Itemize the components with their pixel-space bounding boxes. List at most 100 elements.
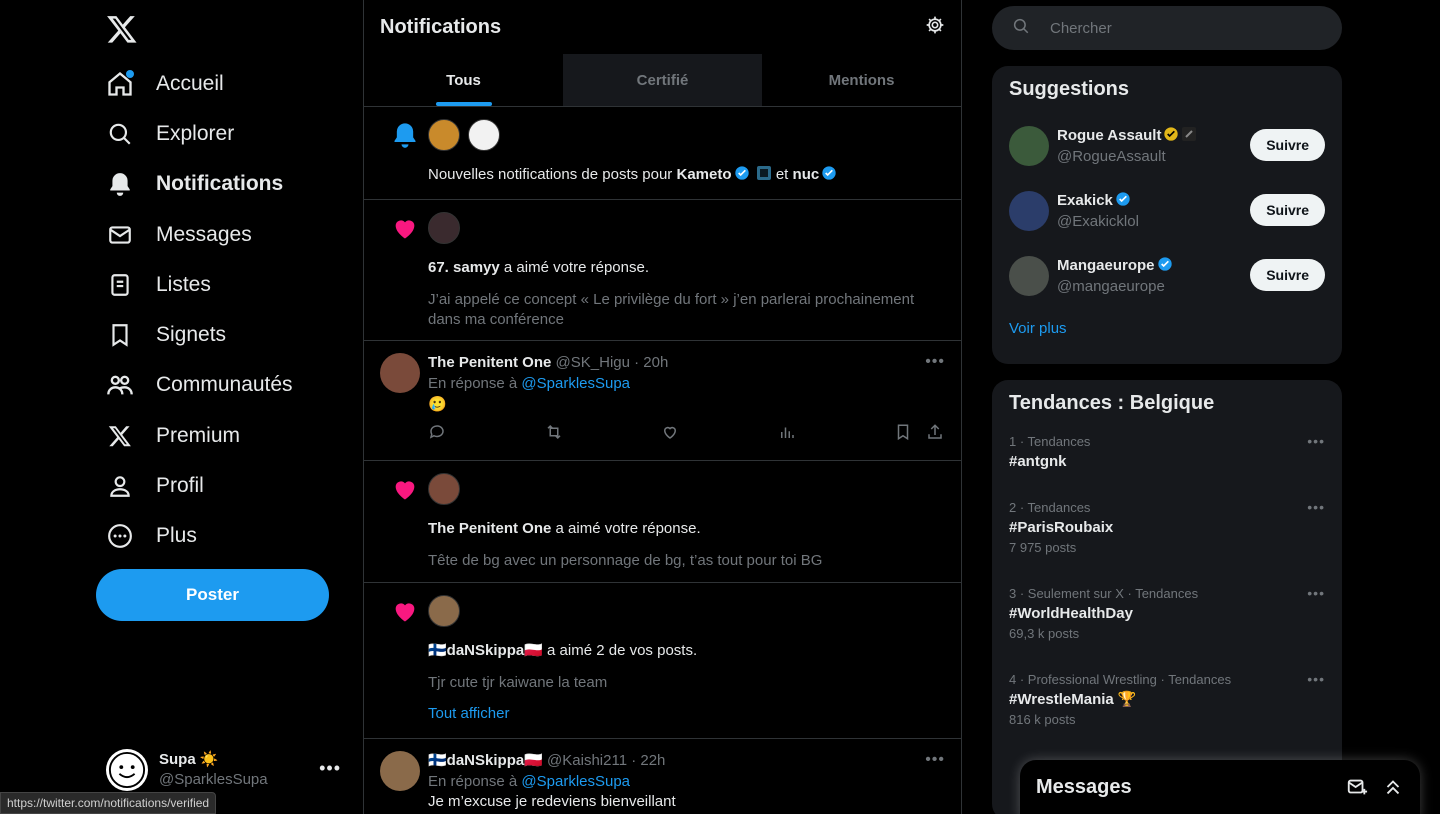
trend-name: #WorldHealthDay	[1009, 605, 1133, 622]
search-box[interactable]	[992, 6, 1342, 50]
tab-label: Mentions	[828, 71, 895, 89]
nav-explore[interactable]: Explorer	[104, 112, 234, 156]
messages-drawer[interactable]: Messages	[1020, 760, 1420, 814]
avatar[interactable]	[428, 212, 460, 244]
x-logo-icon[interactable]	[106, 13, 138, 45]
tab-label: Tous	[446, 71, 481, 89]
post-button[interactable]: Poster	[96, 569, 329, 621]
quoted-text: J’ai appelé ce concept « Le privilège du…	[428, 291, 915, 328]
trend-item[interactable]: 3 · Seulement sur X · Tendances #WorldHe…	[992, 579, 1342, 665]
avatar[interactable]	[1009, 125, 1049, 166]
nav-label: Notifications	[156, 172, 284, 195]
left-navigation: Accueil Explorer Notifications Messages …	[0, 0, 363, 814]
like-icon[interactable]	[661, 423, 679, 441]
nav-label: Messages	[156, 223, 252, 246]
more-dots-icon[interactable]: •••	[1307, 585, 1325, 601]
user-name[interactable]: Rogue Assault	[1057, 127, 1161, 144]
notification-item[interactable]: Nouvelles notifications de posts pour Ka…	[364, 107, 961, 200]
trend-item[interactable]: 1 · Tendances #antgnk •••	[992, 427, 1342, 493]
more-dots-icon[interactable]: •••	[1307, 499, 1325, 515]
more-dots-icon[interactable]: •••	[1307, 433, 1325, 449]
new-message-icon[interactable]	[1346, 776, 1368, 798]
person-icon	[104, 470, 136, 502]
account-switcher[interactable]: Supa ☀️ @SparklesSupa •••	[106, 746, 351, 794]
bookmark-icon[interactable]	[894, 423, 912, 441]
avatar[interactable]	[428, 119, 460, 151]
suggestion-item[interactable]: Exakick @Exakicklol Suivre	[992, 178, 1342, 243]
search-input[interactable]	[1050, 19, 1310, 37]
nav-lists[interactable]: Listes	[104, 263, 211, 307]
avatar[interactable]	[428, 473, 460, 505]
status-bar-url: https://twitter.com/notifications/verifi…	[0, 792, 217, 814]
more-dots-icon[interactable]: •••	[925, 751, 945, 769]
follow-button[interactable]: Suivre	[1250, 129, 1325, 161]
more-dots-icon[interactable]: •••	[1307, 671, 1325, 687]
repost-icon[interactable]	[545, 423, 563, 441]
tab-all[interactable]: Tous	[364, 54, 563, 106]
share-icon[interactable]	[926, 423, 944, 441]
avatar[interactable]	[1009, 255, 1049, 296]
trend-meta: 3 · Seulement sur X · Tendances	[1009, 586, 1199, 601]
avatar[interactable]	[380, 353, 420, 393]
reply-handle-link[interactable]: @SparklesSupa	[521, 375, 630, 392]
bookmark-icon	[104, 319, 136, 351]
nav-premium[interactable]: Premium	[104, 414, 240, 458]
double-chevron-up-icon[interactable]	[1382, 776, 1404, 798]
follow-button[interactable]: Suivre	[1250, 194, 1325, 226]
avatar	[106, 749, 148, 791]
nav-messages[interactable]: Messages	[104, 213, 252, 257]
nav-profile[interactable]: Profil	[104, 464, 204, 508]
nav-notifications[interactable]: Notifications	[104, 162, 283, 206]
reply-handle-link[interactable]: @SparklesSupa	[521, 773, 630, 790]
avatar[interactable]	[380, 751, 420, 791]
affiliate-badge-icon	[1181, 126, 1197, 142]
user-name[interactable]: The Penitent One	[428, 354, 551, 371]
avatar[interactable]	[1009, 190, 1049, 231]
nav-label: Listes	[156, 273, 211, 296]
notification-item[interactable]: 67. samyy a aimé votre réponse. J’ai app…	[364, 200, 961, 341]
nav-more[interactable]: Plus	[104, 514, 197, 558]
heart-icon	[391, 475, 419, 503]
user-name[interactable]: 🇫🇮daNSkippa🇵🇱	[428, 752, 543, 769]
nav-home[interactable]: Accueil	[104, 62, 224, 106]
avatar[interactable]	[428, 595, 460, 627]
trends-title: Tendances : Belgique	[1009, 392, 1215, 414]
reply-icon[interactable]	[428, 423, 446, 441]
suggestion-item[interactable]: Rogue Assault @RogueAssault Suivre	[992, 113, 1342, 178]
trend-item[interactable]: 4 · Professional Wrestling · Tendances #…	[992, 665, 1342, 751]
tab-verified[interactable]: Certifié	[563, 54, 762, 106]
user-name[interactable]: Kameto	[676, 166, 731, 183]
user-name[interactable]: 67. samyy	[428, 259, 500, 276]
trend-meta: 4 · Professional Wrestling · Tendances	[1009, 672, 1232, 687]
main-header: Notifications	[364, 0, 961, 54]
gear-icon[interactable]	[925, 15, 945, 40]
suggestion-item[interactable]: Mangaeurope @mangaeurope Suivre	[992, 243, 1342, 308]
tab-mentions[interactable]: Mentions	[762, 54, 961, 106]
user-name[interactable]: The Penitent One	[428, 520, 551, 537]
user-name[interactable]: Mangaeurope	[1057, 257, 1155, 274]
more-dots-icon[interactable]: •••	[925, 353, 945, 371]
more-dots-icon[interactable]: •••	[319, 758, 341, 779]
nav-label: Accueil	[156, 72, 224, 95]
reply-post[interactable]: ••• The Penitent One @SK_Higu · 20h En r…	[364, 341, 961, 461]
views-icon[interactable]	[778, 423, 796, 441]
see-more-link[interactable]: Voir plus	[992, 308, 1342, 353]
follow-button[interactable]: Suivre	[1250, 259, 1325, 291]
nav-communities[interactable]: Communautés	[104, 363, 293, 407]
user-name[interactable]: Exakick	[1057, 192, 1113, 209]
show-all-link[interactable]: Tout afficher	[428, 705, 945, 722]
reply-post[interactable]: ••• 🇫🇮daNSkippa🇵🇱 @Kaishi211 · 22h En ré…	[364, 739, 961, 814]
notification-text: Nouvelles notifications de posts pour	[428, 166, 677, 183]
home-icon	[104, 68, 136, 100]
trend-count: 69,3 k posts	[1009, 626, 1080, 641]
post-body: Je m’excuse je redeviens bienveillant	[428, 793, 676, 810]
trend-item[interactable]: 2 · Tendances #ParisRoubaix 7 975 posts …	[992, 493, 1342, 579]
avatar[interactable]	[468, 119, 500, 151]
nav-bookmarks[interactable]: Signets	[104, 313, 226, 357]
user-name[interactable]: nuc	[793, 166, 820, 183]
user-name[interactable]: 🇫🇮daNSkippa🇵🇱	[428, 642, 543, 659]
notification-item[interactable]: 🇫🇮daNSkippa🇵🇱 a aimé 2 de vos posts. Tjr…	[364, 583, 961, 739]
notification-item[interactable]: The Penitent One a aimé votre réponse. T…	[364, 461, 961, 583]
nav-label: Plus	[156, 524, 197, 547]
quoted-text: Tjr cute tjr kaiwane la team	[428, 674, 608, 691]
